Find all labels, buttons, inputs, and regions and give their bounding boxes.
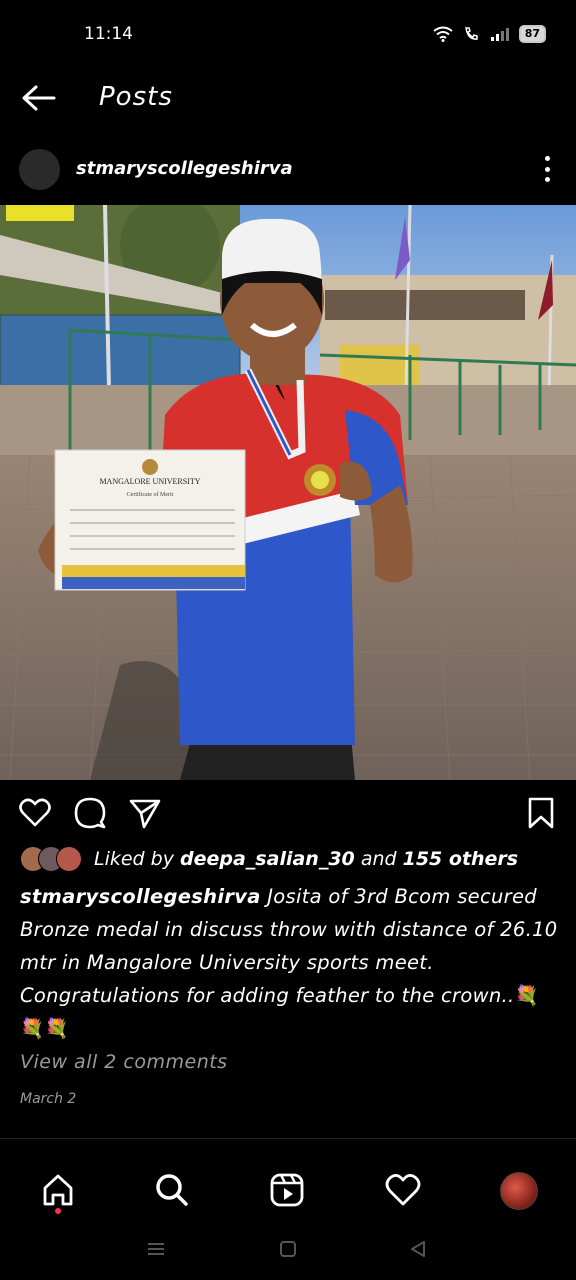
- back-triangle-icon[interactable]: [409, 1240, 427, 1258]
- liked-by-user[interactable]: deepa_salian_30: [180, 848, 355, 870]
- battery-indicator: 87: [518, 25, 546, 43]
- certificate: Certificate of Merit MANGALORE UNIVERSIT…: [54, 449, 246, 591]
- more-options-icon[interactable]: [543, 156, 551, 182]
- status-time: 11:14: [84, 24, 133, 44]
- certificate-title: Certificate of Merit: [127, 491, 174, 498]
- post-date: March 2: [20, 1091, 77, 1107]
- liker-avatar: [56, 846, 82, 872]
- view-comments-link[interactable]: View all 2 comments: [20, 1051, 228, 1073]
- home-icon[interactable]: [38, 1170, 78, 1210]
- header: Posts: [0, 70, 576, 130]
- post-username[interactable]: stmaryscollegeshirva: [76, 158, 293, 179]
- liked-by-row[interactable]: Liked by deepa_salian_30 and 155 others: [20, 844, 518, 874]
- post-photo[interactable]: Certificate of Merit MANGALORE UNIVERSIT…: [0, 205, 576, 780]
- certificate-university: MANGALORE UNIVERSITY: [99, 477, 200, 486]
- bottom-nav: [0, 1160, 576, 1220]
- post-header: stmaryscollegeshirva: [0, 140, 576, 200]
- status-bar: 11:14 87: [0, 0, 576, 70]
- liked-by-text: Liked by deepa_salian_30 and 155 others: [94, 848, 519, 870]
- status-icons: 87: [433, 25, 546, 43]
- liker-avatars: [20, 846, 86, 872]
- liked-by-others[interactable]: 155 others: [403, 848, 519, 870]
- back-arrow-icon[interactable]: [20, 83, 56, 113]
- activity-heart-icon[interactable]: [383, 1170, 423, 1210]
- post-caption: stmaryscollegeshirva Josita of 3rd Bcom …: [20, 880, 560, 1045]
- home-square-icon[interactable]: [279, 1240, 297, 1258]
- system-nav-bar: [0, 1222, 576, 1280]
- reels-icon[interactable]: [267, 1170, 307, 1210]
- avatar[interactable]: [19, 149, 60, 190]
- bouquet-emoji: 💐: [20, 1017, 45, 1040]
- divider: [0, 1138, 576, 1139]
- menu-icon[interactable]: [146, 1240, 166, 1258]
- post-actions: [0, 790, 576, 836]
- notification-dot: [55, 1208, 61, 1214]
- bouquet-emoji: 💐: [44, 1017, 70, 1040]
- profile-avatar[interactable]: [500, 1172, 538, 1210]
- signal-icon: [490, 28, 509, 41]
- wifi-icon: [433, 26, 453, 42]
- like-heart-icon[interactable]: [18, 796, 52, 830]
- share-send-icon[interactable]: [128, 796, 162, 830]
- comment-icon[interactable]: [73, 796, 107, 830]
- caption-username[interactable]: stmaryscollegeshirva: [20, 885, 261, 908]
- bouquet-emoji: 💐: [514, 984, 540, 1007]
- search-icon[interactable]: [152, 1170, 192, 1210]
- bookmark-icon[interactable]: [524, 796, 558, 830]
- call-icon: [464, 27, 478, 40]
- post-photo-illustration: Certificate of Merit MANGALORE UNIVERSIT…: [0, 205, 576, 780]
- page-title: Posts: [99, 82, 173, 112]
